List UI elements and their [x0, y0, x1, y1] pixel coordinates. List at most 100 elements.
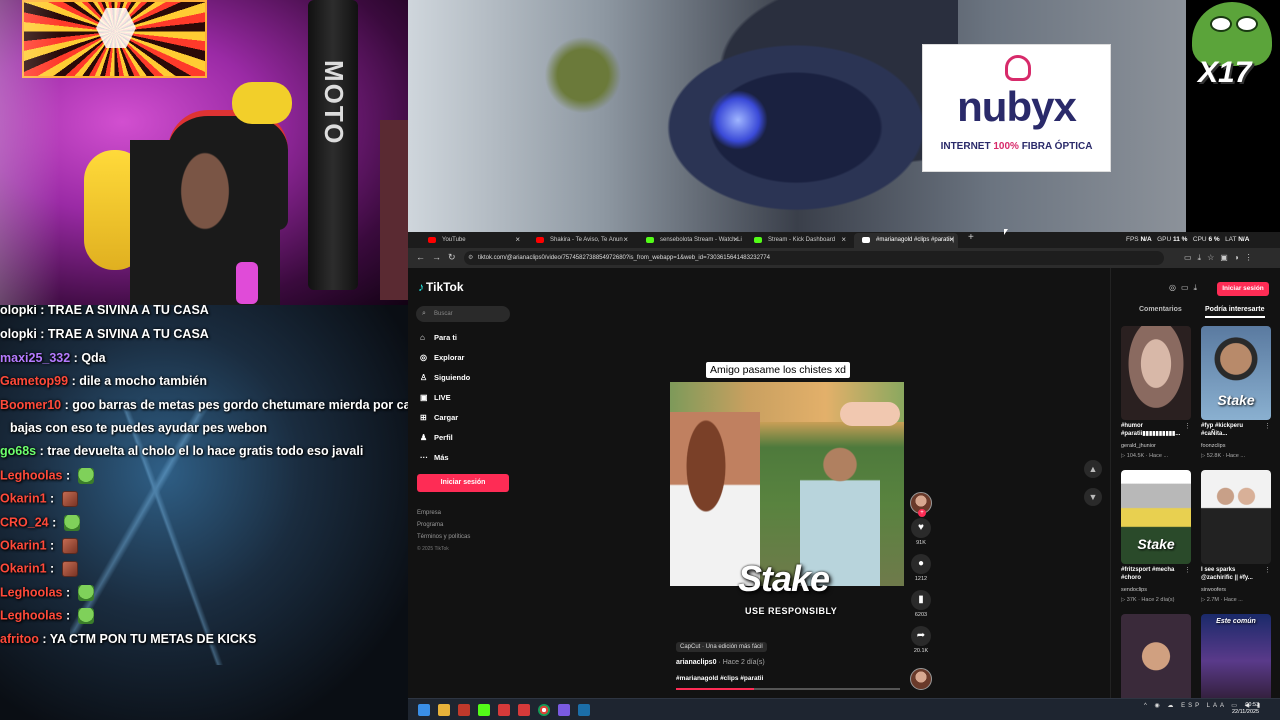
close-tab-icon[interactable]: ×	[841, 233, 846, 247]
video-author[interactable]: arianaclips0 · Hace 2 día(s)	[676, 659, 765, 666]
back-icon[interactable]: ←	[416, 252, 425, 262]
video-player[interactable]	[670, 382, 904, 586]
more-options-icon[interactable]: ⋮	[1264, 566, 1271, 574]
nav-item-live[interactable]: ▣ LIVE	[420, 393, 451, 407]
browser-tab[interactable]: #marianagold #clips #paratii | ×	[854, 233, 958, 248]
site-info-icon[interactable]: ⚙	[468, 251, 473, 265]
login-button[interactable]: Iniciar sesión	[417, 474, 509, 492]
start-icon[interactable]	[418, 704, 430, 716]
suggested-video-card[interactable]: #humor #paratii▮▮▮▮▮▮▮▮▮▮... ⋮ gerald_jhun…	[1121, 326, 1191, 468]
video-thumbnail[interactable]	[1201, 470, 1271, 564]
nav-label: Siguiendo	[434, 373, 471, 382]
valorant-icon[interactable]	[498, 704, 510, 716]
card-author[interactable]: foonzclips	[1201, 443, 1225, 449]
footer-link-terminos[interactable]: Términos y políticas	[417, 534, 470, 540]
nav-item-perfil[interactable]: ♟ Perfil	[420, 433, 453, 447]
previous-video-button[interactable]: ▲	[1084, 460, 1102, 478]
footer-link-empresa[interactable]: Empresa	[417, 510, 441, 516]
kick-icon[interactable]	[478, 704, 490, 716]
follow-plus-icon[interactable]: +	[918, 509, 926, 517]
footer-link-programa[interactable]: Programa	[417, 522, 443, 528]
nav-item-explorar[interactable]: ◎ Explorar	[420, 353, 464, 367]
more-options-icon[interactable]: ⋮	[1184, 566, 1191, 574]
card-author[interactable]: gerald_jhunior	[1121, 443, 1156, 449]
browser-tab[interactable]: Stream - Kick Dashboard ×	[746, 233, 850, 248]
chat-username: Okarin1	[0, 538, 47, 553]
nav-label: LIVE	[434, 393, 451, 402]
more-options-icon[interactable]: ⋮	[1184, 422, 1191, 430]
action-count: 1212	[914, 576, 928, 582]
card-author[interactable]: sendoclips	[1121, 587, 1147, 593]
tab-comments[interactable]: Comentarios	[1139, 306, 1182, 313]
browser-toolbar-icons[interactable]: ▭⤓☆▣◑⋮	[1184, 253, 1259, 263]
new-tab-button[interactable]: +	[968, 232, 974, 243]
nav-icon: ▣	[420, 393, 428, 402]
suggested-video-card[interactable]: Stake #fyp #kickperu #caÑita... ⋮ foonzclip…	[1201, 326, 1271, 468]
punching-bag: MOTO	[308, 0, 358, 290]
steam-icon[interactable]	[578, 704, 590, 716]
file-explorer-icon[interactable]	[438, 704, 450, 716]
browser-tab[interactable]: sensebolota Stream - Watch Li ×	[638, 233, 742, 248]
close-tab-icon[interactable]: ×	[515, 233, 520, 247]
browser-tab[interactable]: Shakira - Te Aviso, Te Anun ×	[528, 233, 632, 248]
card-author[interactable]: sirwoofers	[1201, 587, 1226, 593]
tiktok-note-icon: ♪	[418, 280, 424, 294]
app2-icon[interactable]	[518, 704, 530, 716]
chat-message: maxi25_332 : Qda	[0, 350, 106, 365]
bookmark-icon[interactable]: ▮	[911, 590, 931, 610]
chat-text: trae devuelta al cholo el lo hace gratis…	[47, 444, 364, 459]
capcut-badge[interactable]: CapCut · Una edición más fácil	[676, 642, 767, 652]
comment-icon[interactable]: ●	[911, 554, 931, 574]
video-progress-bar[interactable]	[676, 688, 900, 690]
chat-text: Qda	[81, 350, 106, 365]
card-title: #fyp #kickperu #caÑita...	[1201, 423, 1244, 437]
chat-text: dile a mocho también	[79, 374, 208, 389]
tab-label: Shakira - Te Aviso, Te Anun	[550, 237, 623, 243]
nav-item-para-ti[interactable]: ⌂ Para ti	[420, 333, 457, 347]
tiktok-logo[interactable]: ♪ TikTok	[418, 280, 464, 294]
video-thumbnail[interactable]: Stake	[1121, 470, 1191, 564]
browser-tab[interactable]: YouTube ×	[420, 233, 524, 248]
chat-message: olopki : TRAE A SIVINA A TU CASA	[0, 305, 209, 317]
share-icon[interactable]: ➦	[911, 626, 931, 646]
right-login-button[interactable]: Iniciar sesión	[1217, 282, 1269, 296]
right-panel-icons[interactable]: ◎▭⤓	[1169, 283, 1202, 293]
stream-layout: MOTO olopki : TRAE A SIVINA A TU CASA olo…	[0, 0, 1280, 720]
nav-item-cargar[interactable]: ⊞ Cargar	[420, 413, 458, 427]
close-tab-icon[interactable]: ×	[623, 233, 628, 247]
more-options-icon[interactable]: ⋮	[1264, 422, 1271, 430]
close-tab-icon[interactable]: ×	[733, 233, 738, 247]
tab-suggested[interactable]: Podría interesarte	[1205, 306, 1265, 318]
nav-item-siguiendo[interactable]: ♙ Siguiendo	[420, 373, 470, 387]
creator-avatar[interactable]: +	[910, 492, 932, 517]
forward-icon[interactable]: →	[432, 252, 441, 262]
video-thumbnail[interactable]: Stake	[1201, 326, 1271, 420]
card-title: #humor #paratii▮▮▮▮▮▮▮▮▮▮...	[1121, 423, 1181, 437]
nav-item-m-s[interactable]: ··· Más	[420, 453, 449, 467]
thumbnail-text: Stake	[1137, 536, 1175, 552]
clock[interactable]: 00:53 22/11/2025	[1232, 702, 1259, 716]
sound-avatar[interactable]	[910, 668, 932, 690]
next-video-button[interactable]: ▼	[1084, 488, 1102, 506]
chrome-icon[interactable]	[538, 704, 550, 716]
card-views: ▷ 2.7M · Hace ...	[1201, 597, 1243, 603]
suggested-video-card[interactable]: Stake #fritzsport #mecha #choro ⋮ sendoclip…	[1121, 470, 1191, 612]
reload-icon[interactable]: ↻	[448, 252, 456, 263]
video-thumbnail[interactable]: Este común	[1201, 614, 1271, 708]
chat-username: Leghoolas	[0, 585, 63, 600]
nav-label: Perfil	[434, 433, 453, 442]
video-thumbnail[interactable]	[1121, 326, 1191, 420]
video-hashtags[interactable]: #marianagold #clips #paratii	[676, 675, 763, 682]
like-icon[interactable]: ♥	[911, 518, 931, 538]
chat-message: Gametop99 : dile a mocho también	[0, 374, 208, 389]
url-field[interactable]: ⚙ tiktok.com/@arianaclips0/video/75745827…	[464, 251, 1164, 265]
suggested-video-card[interactable]: I see sparks @zachirific || #fy... ⋮ sirwo…	[1201, 470, 1271, 612]
close-tab-icon[interactable]: ×	[949, 233, 954, 247]
app-icon[interactable]	[458, 704, 470, 716]
search-input[interactable]: ⌕ Buscar	[416, 306, 510, 322]
chat-overlay: olopki : TRAE A SIVINA A TU CASA olopki :…	[0, 305, 408, 720]
discord-icon[interactable]	[558, 704, 570, 716]
performance-overlay: FPS N/A GPU 11 % CPU 6 % LAT N/A	[1126, 236, 1250, 243]
tab-label: sensebolota Stream - Watch Li	[660, 237, 742, 243]
video-thumbnail[interactable]	[1121, 614, 1191, 708]
